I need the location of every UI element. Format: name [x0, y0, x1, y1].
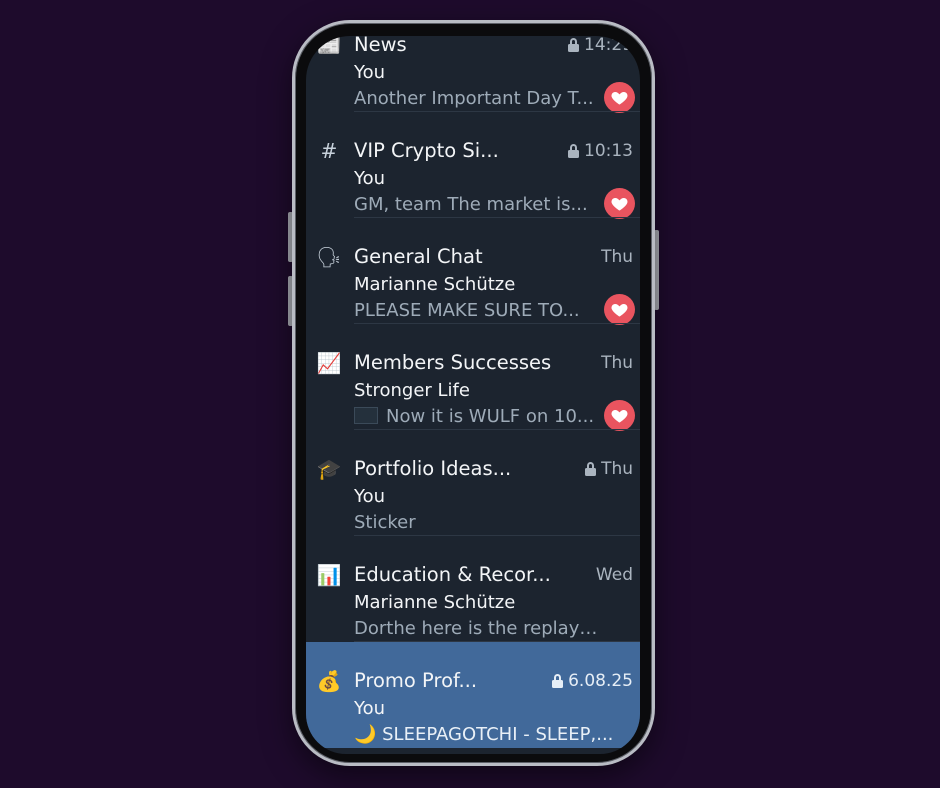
chat-sender: You [354, 698, 386, 719]
chat-row-3[interactable]: 📈 Members Successes Thu Stronger Life No… [306, 324, 640, 431]
chat-sender: You [354, 62, 386, 83]
chat-sender: You [354, 486, 386, 507]
media-thumbnail [354, 406, 378, 424]
chat-title: Members Successes [354, 351, 552, 374]
chat-preview: Sticker [354, 512, 416, 533]
chat-sender: Marianne Schütze [354, 274, 516, 295]
chat-time: 10:13 [584, 141, 633, 161]
hashtag-icon: # [320, 139, 338, 163]
heart-icon [611, 91, 628, 105]
heart-reaction-icon[interactable] [604, 82, 635, 113]
heart-reaction-icon[interactable] [604, 294, 635, 325]
chat-title: Education & Recor... [354, 563, 551, 586]
chat-preview-text: Now it is WULF on 10... [386, 406, 595, 427]
chat-row-1[interactable]: # VIP Crypto Si... 10:13 You GM, team Th… [306, 112, 640, 219]
chat-sender: Stronger Life [354, 380, 470, 401]
speaking-head-icon: 🗣 [316, 245, 342, 269]
lock-icon [585, 462, 597, 476]
chat-time: Thu [601, 353, 633, 373]
chat-title: Portfolio Ideas... [354, 457, 512, 480]
heart-icon [611, 409, 628, 423]
chat-time: Thu [601, 459, 633, 479]
chat-meta: Thu [601, 353, 633, 373]
heart-icon [611, 197, 628, 211]
chat-preview: Another Important Day T... [354, 88, 594, 109]
chat-title: Promo Prof... [354, 669, 478, 692]
chat-time: Wed [595, 565, 633, 585]
chat-time: 6.08.25 [568, 671, 633, 691]
chat-sender: You [354, 168, 386, 189]
chat-row-0[interactable]: 📰 News 14:29 You Another Important Day T… [306, 36, 640, 113]
chat-meta: 6.08.25 [552, 671, 633, 691]
chat-preview: PLEASE MAKE SURE TO... [354, 300, 580, 321]
chat-title: VIP Crypto Si... [354, 139, 499, 162]
chat-preview: GM, team The market is... [354, 194, 588, 215]
lock-icon [568, 144, 579, 158]
chat-time: 14:29 [584, 36, 633, 55]
chat-preview: Dorthe here is the replay incl... [354, 618, 598, 639]
graduation-cap-icon: 🎓 [316, 457, 342, 481]
money-bag-icon: 💰 [316, 669, 342, 693]
chat-row-6[interactable]: 💰 Promo Prof... 6.08.25 You 🌙 SLEEPAGOTC… [306, 642, 640, 748]
heart-icon [611, 303, 628, 317]
chat-title: General Chat [354, 245, 483, 268]
lock-icon [568, 38, 579, 52]
chat-title: News [354, 36, 407, 56]
newspaper-icon: 📰 [316, 36, 342, 57]
chat-row-2[interactable]: 🗣 General Chat Thu Marianne Schütze PLEA… [306, 218, 640, 325]
bar-chart-icon: 📊 [316, 563, 342, 587]
chat-row-5[interactable]: 📊 Education & Recor... Wed Marianne Schü… [306, 536, 640, 642]
chat-meta: Wed [596, 565, 633, 585]
chat-preview: 🌙 SLEEPAGOTCHI - SLEEP,... [354, 724, 614, 745]
heart-reaction-icon[interactable] [604, 188, 635, 219]
chat-meta: Thu [601, 247, 633, 267]
chat-time: Thu [601, 247, 633, 267]
chat-sender: Marianne Schütze [354, 592, 516, 613]
lock-icon [552, 674, 564, 688]
stage: 📰 News 14:29 You Another Important Day T… [0, 0, 940, 788]
chat-meta: 10:13 [568, 141, 633, 161]
chat-meta: Thu [585, 459, 633, 479]
chat-meta: 14:29 [568, 36, 633, 55]
chat-preview: Now it is WULF on 10... [354, 406, 598, 427]
chat-list-screen: 📰 News 14:29 You Another Important Day T… [306, 36, 640, 754]
candlestick-chart-icon: 📈 [316, 351, 342, 375]
chat-list: 📰 News 14:29 You Another Important Day T… [306, 36, 640, 748]
chat-row-4[interactable]: 🎓 Portfolio Ideas... Thu You Sticker [306, 430, 640, 536]
heart-reaction-icon[interactable] [604, 400, 635, 431]
